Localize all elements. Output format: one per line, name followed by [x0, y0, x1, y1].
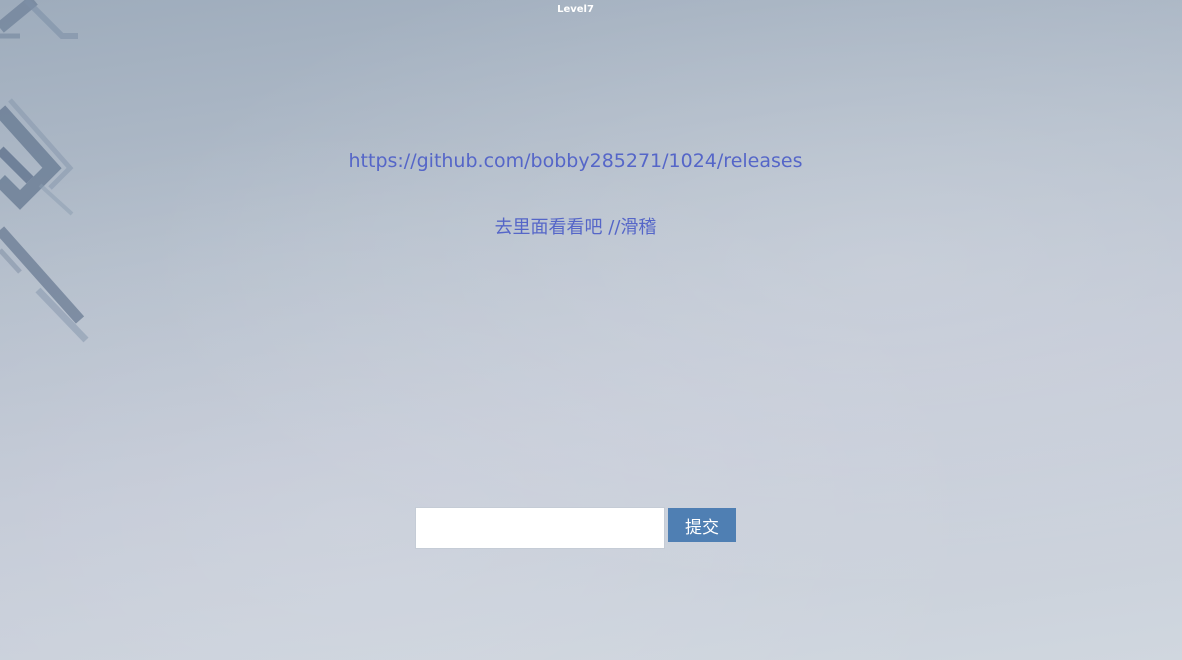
corner-decoration [0, 0, 89, 343]
page-title: Level7 [557, 4, 594, 15]
answer-input[interactable] [415, 507, 665, 549]
releases-link[interactable]: https://github.com/bobby285271/1024/rele… [0, 150, 1151, 172]
background-haze [0, 0, 1182, 660]
submit-button[interactable]: 提交 [668, 508, 736, 542]
hint-text: 去里面看看吧 //滑稽 [494, 217, 657, 238]
answer-form: 提交 [415, 507, 737, 549]
